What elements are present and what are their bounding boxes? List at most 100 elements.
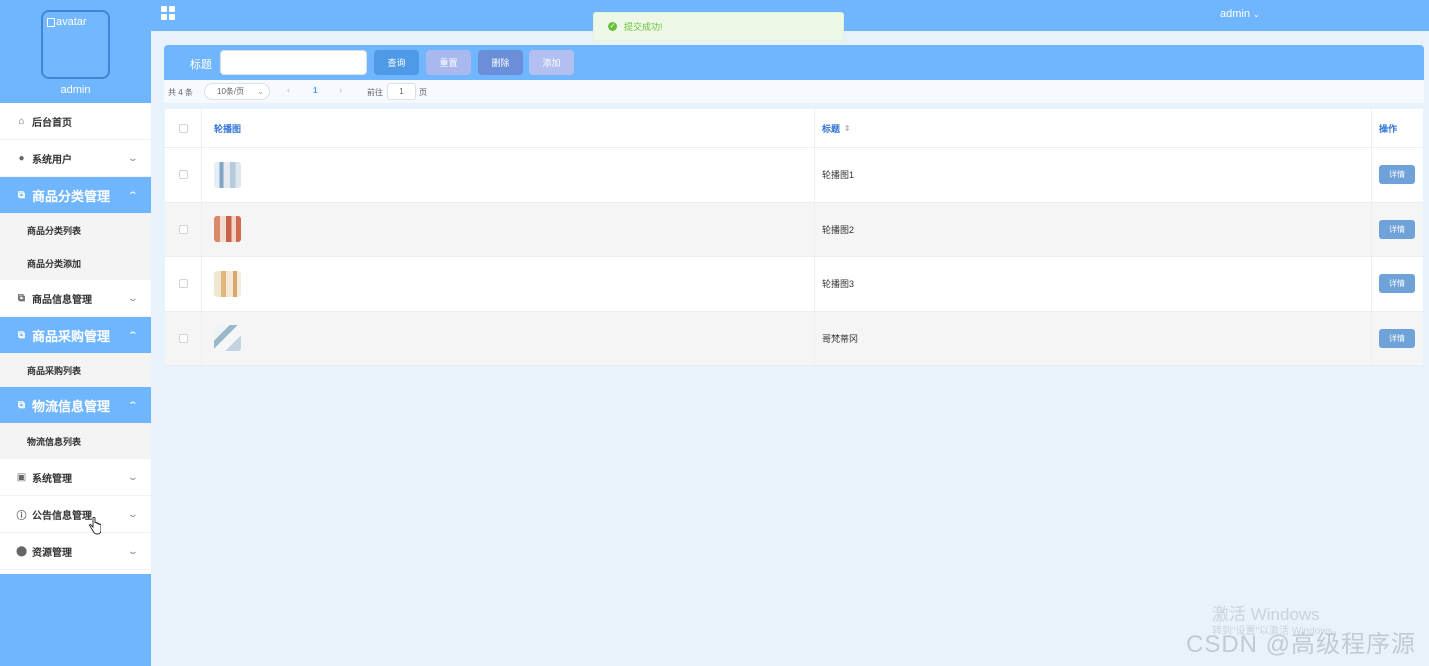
image-cell — [202, 202, 815, 256]
prev-page-icon[interactable]: ‹ — [287, 85, 290, 95]
image-cell — [202, 311, 815, 365]
admin-dropdown[interactable]: admin ⌄ — [1220, 8, 1260, 20]
chevron-up-icon: ⌃ — [127, 190, 139, 200]
header-image: 轮播图 — [202, 109, 815, 147]
image-cell — [202, 257, 815, 311]
actions-cell: 详情 — [1372, 257, 1423, 311]
current-page-number[interactable]: 1 — [313, 86, 317, 95]
chevron-down-icon: ⌄ — [127, 293, 139, 303]
actions-cell: 详情 — [1372, 312, 1423, 366]
table-row: 哥梵蒂冈 详情 — [165, 311, 1423, 366]
purchase-icon: ⧉ — [17, 329, 26, 341]
sidebar-item-label: 物流信息管理 — [32, 398, 111, 414]
sidebar-item-label: 后台首页 — [32, 117, 72, 129]
table-row: 轮播图1 详情 — [165, 148, 1423, 203]
search-title-label: 标题 — [190, 59, 212, 71]
pagination: 共 4 条 10条/页 ⌄ ‹ 1 › 前往 1 页 — [164, 80, 1424, 103]
search-bar: 标题 查询 重置 删除 添加 — [164, 45, 1424, 80]
row-checkbox[interactable] — [178, 333, 188, 343]
sidebar-item-system-users[interactable]: ● 系统用户 ⌄ — [0, 140, 151, 177]
sidebar-subitem-logistics-list[interactable]: 物流信息列表 — [0, 424, 151, 459]
chevron-down-icon: ⌄ — [127, 509, 139, 519]
sidebar-item-label: 商品信息管理 — [32, 294, 92, 306]
row-checkbox-cell — [165, 311, 202, 365]
sidebar: avatar admin ⌂ 后台首页 ● 系统用户 ⌄ ⧉ 商品分类管理 ⌃ … — [0, 0, 151, 666]
sidebar-item-purchase-management[interactable]: ⧉ 商品采购管理 ⌃ — [0, 317, 151, 354]
sidebar-item-notice-management[interactable]: ⓘ 公告信息管理 ⌄ — [0, 496, 151, 533]
sidebar-subitem-purchase-list[interactable]: 商品采购列表 — [0, 354, 151, 387]
notice-icon: ⓘ — [16, 510, 27, 522]
menu-toggle-grid-icon[interactable] — [161, 6, 175, 20]
row-checkbox-cell — [165, 257, 202, 311]
actions-cell: 详情 — [1372, 203, 1423, 257]
sidebar-item-goods-management[interactable]: ⧉ 商品信息管理 ⌄ — [0, 280, 151, 317]
chevron-down-icon: ⌄ — [127, 546, 139, 556]
sidebar-item-logistics-management[interactable]: ⧉ 物流信息管理 ⌃ — [0, 387, 151, 424]
sidebar-item-label: 商品采购管理 — [32, 328, 111, 344]
search-title-input[interactable] — [220, 50, 367, 75]
row-checkbox[interactable] — [178, 279, 188, 289]
detail-button[interactable]: 详情 — [1379, 165, 1415, 185]
goto-page-input[interactable]: 1 — [387, 83, 416, 100]
row-checkbox[interactable] — [178, 170, 188, 180]
system-icon: ▣ — [16, 471, 27, 483]
title-cell: 轮播图1 — [815, 148, 1372, 202]
image-cell — [202, 148, 815, 202]
chevron-down-icon: ⌄ — [127, 472, 139, 482]
pagination-total: 共 4 条 — [168, 88, 193, 97]
add-button[interactable]: 添加 — [529, 50, 574, 75]
title-cell: 轮播图2 — [815, 202, 1372, 256]
hand-cursor-icon — [89, 517, 101, 535]
success-icon: ✓ — [608, 22, 617, 31]
sidebar-item-resource-management[interactable]: ⬤ 资源管理 ⌄ — [0, 533, 151, 570]
goods-icon: ⧉ — [17, 292, 26, 304]
home-icon: ⌂ — [18, 115, 25, 127]
next-page-icon[interactable]: › — [339, 85, 342, 95]
chevron-up-icon: ⌃ — [127, 330, 139, 340]
goto-prefix: 前往 — [367, 88, 383, 97]
select-all-checkbox[interactable] — [178, 123, 188, 133]
sidebar-item-system-management[interactable]: ▣ 系统管理 ⌄ — [0, 459, 151, 496]
carousel-thumbnail[interactable] — [214, 216, 241, 243]
title-cell: 轮播图3 — [815, 257, 1372, 311]
table-header-row: 轮播图 标题 ⇕ 操作 — [165, 109, 1423, 148]
category-icon: ⧉ — [17, 189, 26, 201]
table-row: 轮播图2 详情 — [165, 202, 1423, 257]
carousel-thumbnail[interactable] — [214, 270, 241, 297]
sidebar-subitem-category-list[interactable]: 商品分类列表 — [0, 214, 151, 247]
detail-button[interactable]: 详情 — [1379, 219, 1415, 239]
sidebar-username: admin — [60, 84, 91, 96]
sidebar-item-category-management[interactable]: ⧉ 商品分类管理 ⌃ — [0, 177, 151, 214]
reset-button[interactable]: 重置 — [426, 50, 471, 75]
actions-cell: 详情 — [1372, 148, 1423, 202]
chevron-up-icon: ⌃ — [127, 400, 139, 410]
avatar-alt-text: avatar — [56, 16, 87, 28]
row-checkbox-cell — [165, 148, 202, 202]
sidebar-item-home[interactable]: ⌂ 后台首页 — [0, 103, 151, 140]
detail-button[interactable]: 详情 — [1379, 274, 1415, 294]
header-title[interactable]: 标题 ⇕ — [815, 109, 1372, 147]
chevron-down-icon: ⌄ — [1253, 10, 1260, 19]
detail-button[interactable]: 详情 — [1379, 328, 1415, 348]
carousel-thumbnail[interactable] — [214, 325, 241, 352]
row-checkbox[interactable] — [178, 224, 188, 234]
avatar-broken-image: avatar — [47, 16, 87, 28]
page-size-select[interactable]: 10条/页 ⌄ — [204, 83, 270, 100]
header-title-label: 标题 — [822, 123, 841, 134]
sort-icon[interactable]: ⇕ — [844, 124, 851, 133]
carousel-thumbnail[interactable] — [214, 161, 241, 188]
delete-button[interactable]: 删除 — [478, 50, 523, 75]
sidebar-item-label: 商品分类管理 — [32, 188, 111, 204]
sidebar-item-label: 公告信息管理 — [32, 510, 92, 522]
csdn-watermark: CSDN @高级程序源 — [1186, 631, 1417, 658]
success-toast: ✓ 提交成功! — [593, 12, 844, 41]
user-icon: ● — [18, 152, 25, 164]
query-button[interactable]: 查询 — [374, 50, 419, 75]
sidebar-menu: ⌂ 后台首页 ● 系统用户 ⌄ ⧉ 商品分类管理 ⌃ 商品分类列表 商品分类添加… — [0, 103, 151, 574]
chevron-down-icon: ⌄ — [257, 87, 264, 96]
title-cell: 哥梵蒂冈 — [815, 311, 1372, 365]
avatar[interactable]: avatar — [41, 10, 110, 79]
sidebar-item-label: 资源管理 — [32, 547, 72, 559]
chevron-down-icon: ⌄ — [127, 153, 139, 163]
sidebar-subitem-category-add[interactable]: 商品分类添加 — [0, 247, 151, 280]
